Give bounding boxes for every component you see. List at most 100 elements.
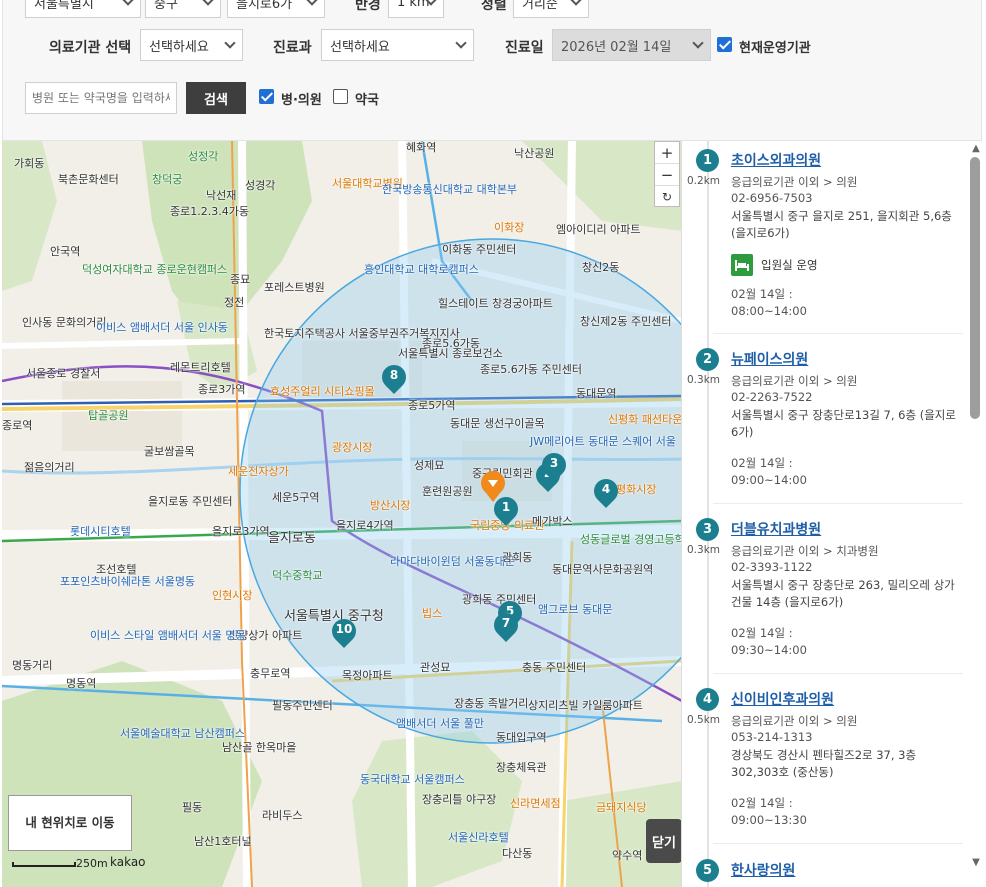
region-city-select[interactable]: 서울특별시 <box>25 0 141 18</box>
region-district-select[interactable]: 중구 <box>145 0 221 18</box>
result-category: 응급의료기관 이외 > 의원 <box>731 374 858 388</box>
result-name-link[interactable]: 뉴페이스의원 <box>731 349 808 369</box>
map-label: 장충체육관 <box>496 761 547 774</box>
map-label: 빕스 <box>422 607 443 620</box>
result-phone: 02-2263-7522 <box>731 390 813 404</box>
map-label: 흥인대학교 대학로캠퍼스 <box>364 263 479 276</box>
institution-label: 의료기관 선택 <box>49 40 132 56</box>
scale-bar <box>12 862 76 867</box>
hospital-label: 병·의원 <box>281 93 322 108</box>
map-label: 을지로4가역 <box>336 519 394 532</box>
chevron-down-icon <box>224 37 236 49</box>
region-dong-select[interactable]: 을지로6가 <box>227 0 325 18</box>
result-phone: 02-6956-7503 <box>731 191 813 205</box>
scroll-up-icon[interactable]: ▲ <box>966 143 986 157</box>
map-label: 을지로동 주민센터 <box>148 495 233 508</box>
scroll-down-icon[interactable]: ▼ <box>966 857 986 871</box>
map-label: 충동 주민센터 <box>522 661 587 674</box>
scroll-thumb[interactable] <box>970 157 980 419</box>
hospital-checkbox[interactable] <box>259 89 274 104</box>
search-input[interactable] <box>25 82 177 114</box>
open-now-label: 현재운영기관 <box>739 41 811 56</box>
map-label: 롯데시티호텔 <box>70 525 131 538</box>
map-label: 신라면세점 <box>510 797 561 810</box>
map-label: 성정각 <box>188 150 219 163</box>
pin-number: 10 <box>335 622 353 636</box>
date-label: 진료일 <box>505 40 544 56</box>
radius-select[interactable]: 1 km <box>388 0 444 18</box>
region-dong-value: 을지로6가 <box>236 0 293 12</box>
map-label: 상지리츠빌 카일룸아파트 <box>528 699 643 712</box>
map-label: 이비스 앰배서더 서울 인사동 <box>96 321 228 334</box>
map-label: 라마다바이윈덤 서울동대문 <box>390 555 515 568</box>
result-index-badge: 5 <box>696 859 719 882</box>
map-label: 명동역 <box>66 677 97 690</box>
map-label: 힐스테이트 창경궁아파트 <box>438 297 553 310</box>
timeline-line <box>707 141 709 887</box>
search-button[interactable]: 검색 <box>186 82 246 114</box>
map-label: 가회동 <box>14 157 45 170</box>
map-label: 필동주민센터 <box>272 699 333 712</box>
result-category: 응급의료기관 이외 > 의원 <box>731 175 858 189</box>
map-pin[interactable]: 8 <box>377 360 411 395</box>
map-pin[interactable]: 3 <box>537 448 571 483</box>
result-phone: 02-3393-1122 <box>731 560 813 574</box>
map-label: 종로1.2.3.4가동 <box>170 205 249 218</box>
result-index-badge: 4 <box>696 688 719 711</box>
sort-select[interactable]: 거리순 <box>513 0 589 18</box>
list-scrollbar[interactable]: ▲ ▼ <box>966 141 986 887</box>
map-base <box>2 141 681 887</box>
department-select[interactable]: 선택하세요 <box>321 29 474 61</box>
region-district-value: 중구 <box>154 0 178 12</box>
result-name-link[interactable]: 신이비인후과의원 <box>731 689 834 709</box>
map-provider-logo: kakao <box>110 855 146 869</box>
pharmacy-checkbox[interactable] <box>333 89 348 104</box>
filter-panel: 서울특별시 중구 을지로6가 반경 1 km 정렬 거리순 의료기관 선택 선택… <box>2 0 982 141</box>
date-value: 2026년 02월 14일 <box>561 39 672 55</box>
map-pin[interactable]: 7 <box>489 608 523 643</box>
result-distance: 0.5km <box>687 714 721 726</box>
map-pin[interactable]: 4 <box>589 474 623 509</box>
result-name-link[interactable]: 초이스외과의원 <box>731 150 821 170</box>
map-label: 훈련원공원 <box>422 485 473 498</box>
map-label: 장충리틀 야구장 <box>422 793 497 806</box>
map-pin[interactable]: 1 <box>489 492 523 527</box>
zoom-out-button[interactable]: − <box>655 164 679 186</box>
map-label: 젊음의거리 <box>24 461 75 474</box>
map-label: 엠아이디리 아파트 <box>556 223 641 236</box>
result-name-link[interactable]: 한사랑의원 <box>731 860 795 880</box>
open-now-checkbox[interactable] <box>717 37 732 52</box>
result-address: 서울특별시 중구 장충단로13길 7, 6층 (을지로6가) <box>731 408 956 439</box>
map-label: 종로역 <box>2 419 33 432</box>
map-label: 앰그로브 동대문 <box>538 603 613 616</box>
zoom-in-button[interactable]: + <box>655 142 679 164</box>
result-name-link[interactable]: 더블유치과병원 <box>731 519 821 539</box>
department-label: 진료과 <box>273 40 312 56</box>
map-pin[interactable]: 10 <box>327 614 361 649</box>
result-hours: 08:00~14:00 <box>731 304 807 318</box>
institution-select[interactable]: 선택하세요 <box>140 29 243 61</box>
map-label: 한국방송통신대학교 대학본부 <box>382 183 518 196</box>
result-distance: 0.2km <box>687 175 721 187</box>
chevron-down-icon <box>570 0 582 6</box>
close-map-button[interactable]: 닫기 <box>646 819 681 863</box>
chevron-down-icon <box>455 37 467 49</box>
map-label: 레몬트리호텔 <box>170 361 231 374</box>
result-distance: 0.3km <box>687 374 721 386</box>
inpatient-label: 입원실 운영 <box>761 258 818 272</box>
date-select[interactable]: 2026년 02월 14일 <box>552 29 711 61</box>
result-hours: 09:30~14:00 <box>731 643 807 657</box>
map-label: 종로5가역 <box>408 399 456 412</box>
map-label: 성경각 <box>245 179 276 192</box>
pin-number: 3 <box>549 456 559 470</box>
map-label: 동대입구역 <box>496 731 547 744</box>
result-address: 서울특별시 중구 을지로 251, 을지회관 5,6층 (을지로6가) <box>731 209 952 240</box>
result-index-badge: 1 <box>696 149 719 172</box>
map-label: 덕성여자대학교 종로운현캠퍼스 <box>82 263 228 276</box>
map-label: 남산골 한옥마을 <box>222 741 297 754</box>
map-view[interactable]: 가회동 북촌문화센터 성정각 창덕궁 낙선재 성경각 서울대학교병원 한국방송통… <box>2 141 682 887</box>
my-location-button[interactable]: 내 현위치로 이동 <box>8 795 132 851</box>
map-label: 세운5구역 <box>272 491 320 504</box>
map-label: 신평화 패션타운 <box>608 413 682 426</box>
reset-view-button[interactable]: ↻ <box>655 186 679 208</box>
